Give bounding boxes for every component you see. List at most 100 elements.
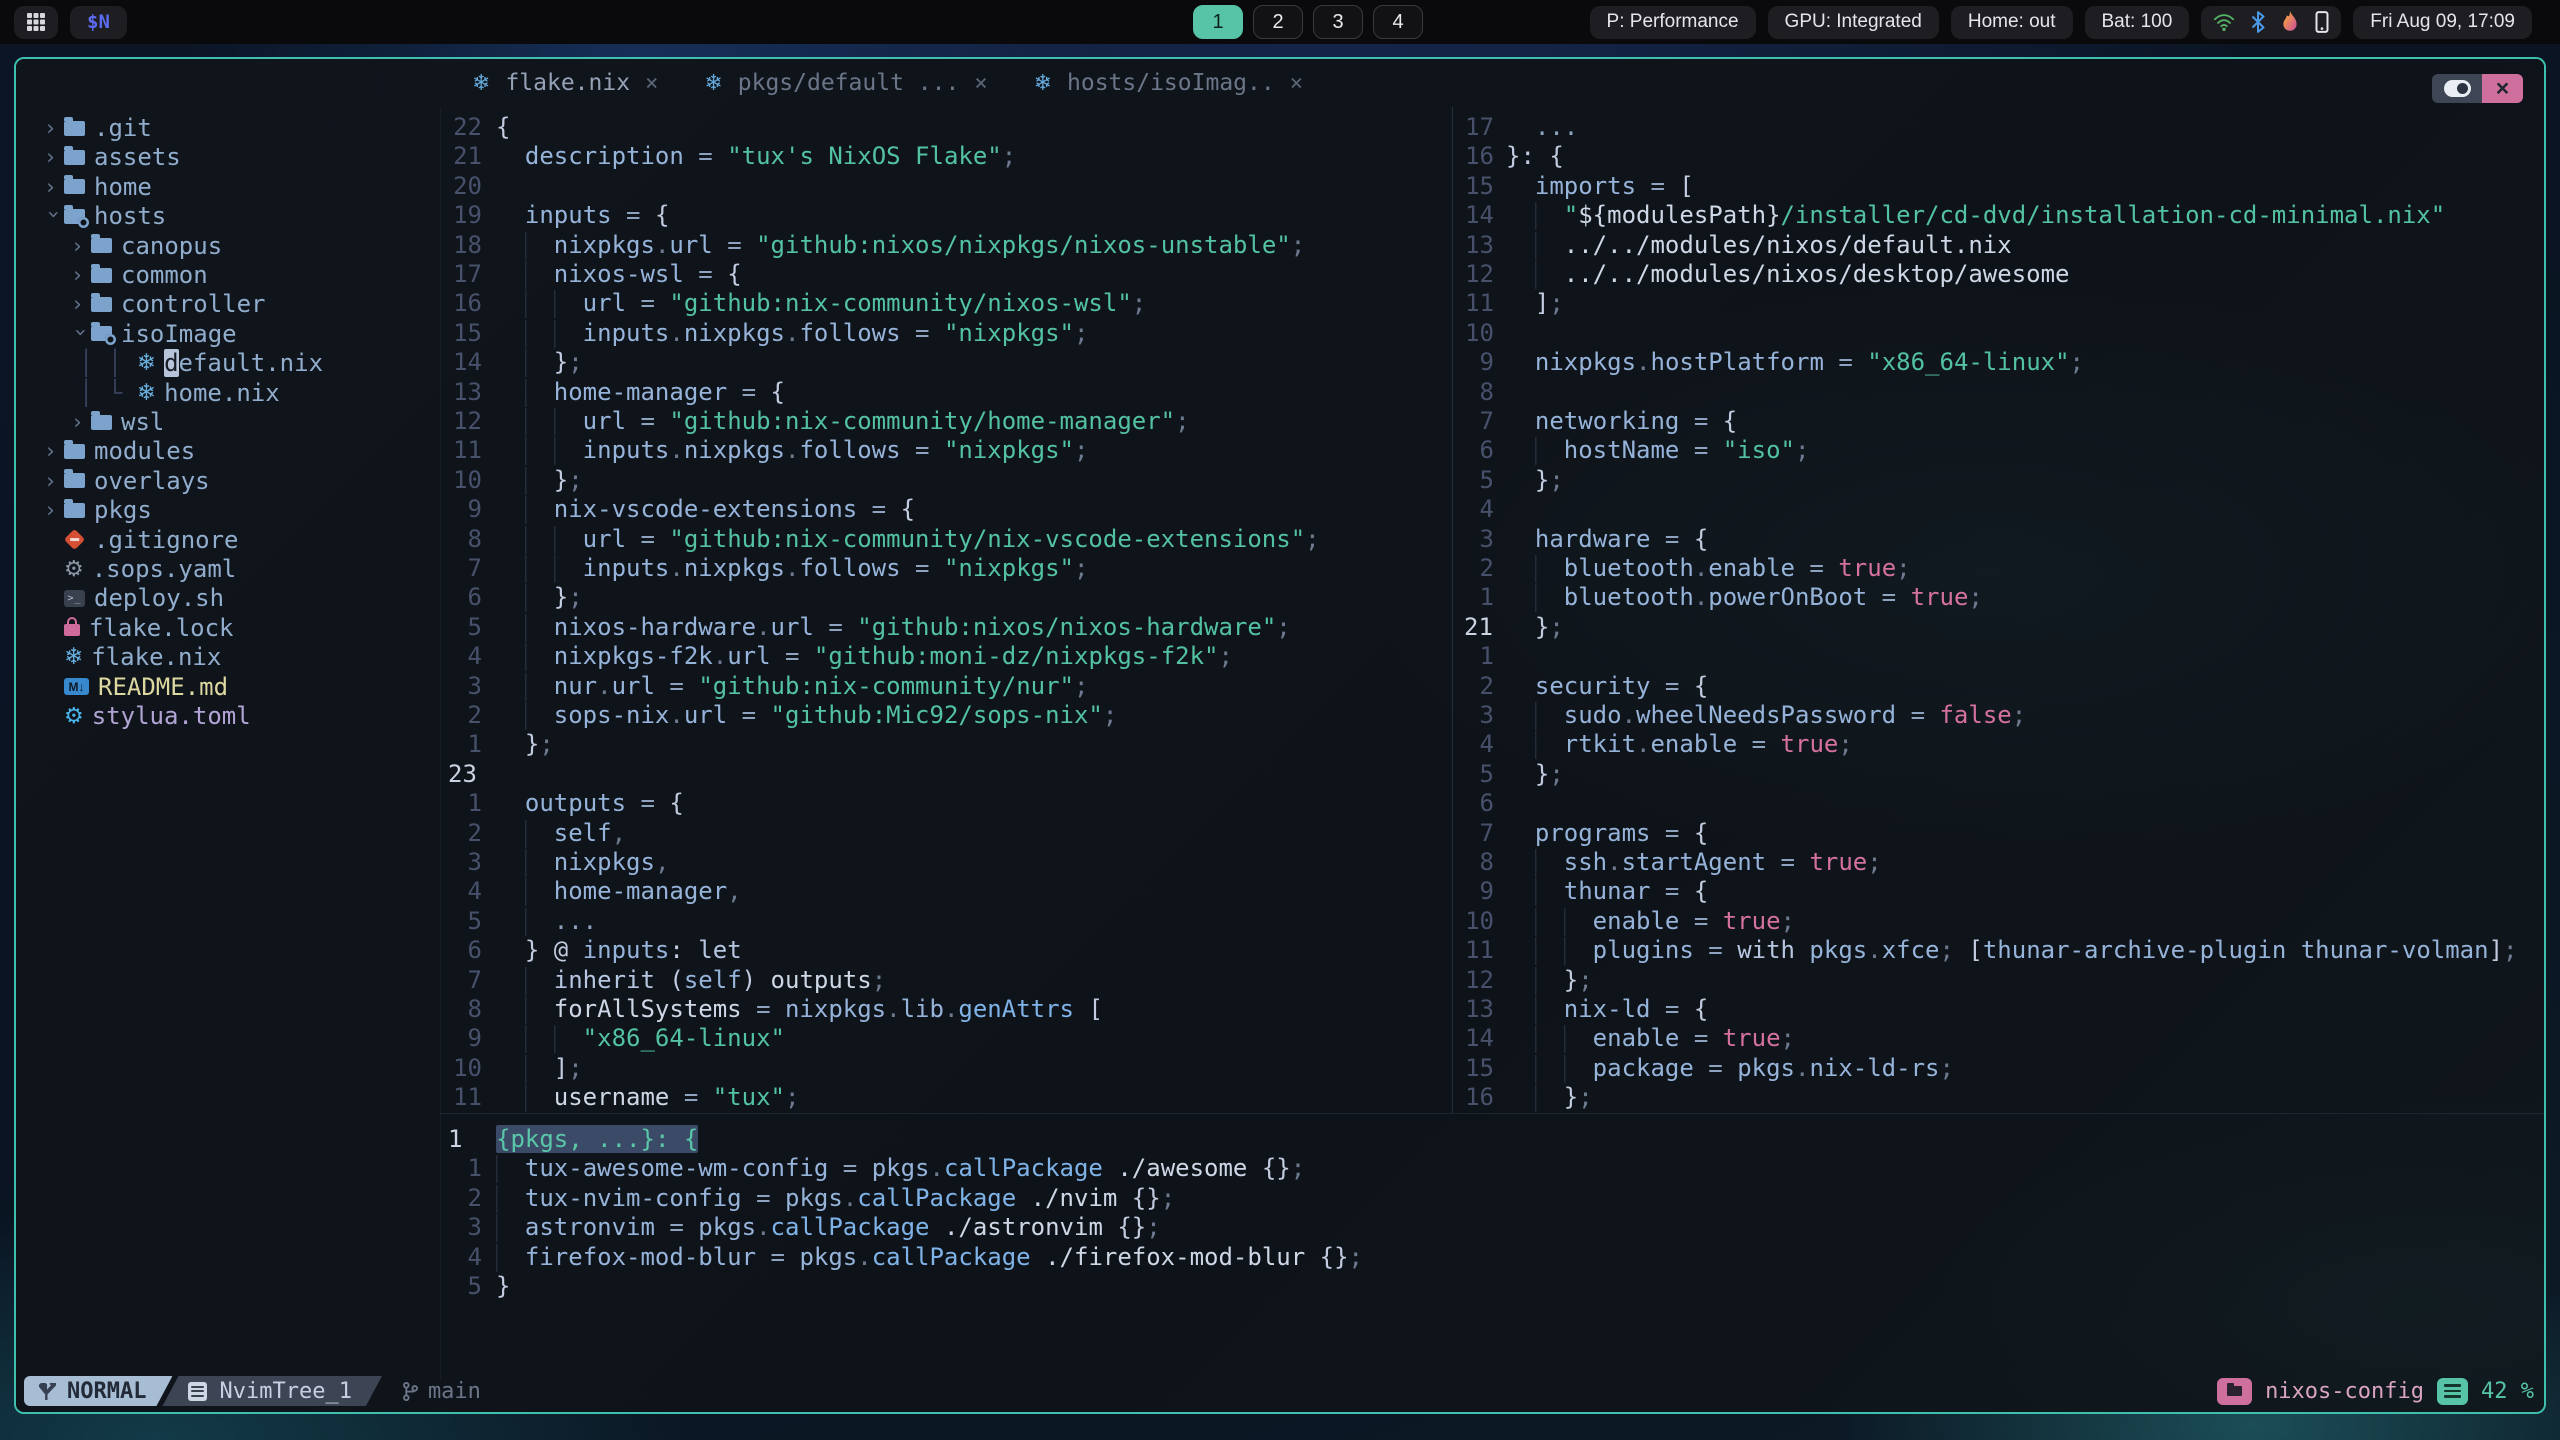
- line-number: 5: [1479, 465, 1494, 494]
- indent-guide: [525, 555, 554, 583]
- workspace-button-2[interactable]: 2: [1253, 5, 1303, 39]
- indent-guide: [1564, 1055, 1593, 1083]
- workspace-button-1[interactable]: 1: [1193, 5, 1243, 39]
- code-token: ;: [1218, 642, 1233, 671]
- code-token: =: [1636, 171, 1680, 200]
- tree-item-common[interactable]: › common: [16, 260, 440, 290]
- code-token: ./awesome: [1102, 1154, 1262, 1183]
- window-close-button[interactable]: ×: [2482, 74, 2523, 103]
- tab-close-icon[interactable]: ×: [1290, 71, 1303, 96]
- tree-item-canopus[interactable]: › canopus: [16, 231, 440, 261]
- indent-guide: [496, 526, 525, 554]
- code-token: thunar-archive-plugin thunar-volman: [1982, 936, 2489, 965]
- keyboard-indicator[interactable]: $N: [70, 5, 127, 39]
- tree-item-README-md[interactable]: M↓ README.md: [16, 672, 440, 702]
- code-token: hardware: [1534, 524, 1651, 553]
- tree-item-assets[interactable]: › assets: [16, 142, 440, 172]
- code-token: ;: [1838, 730, 1853, 759]
- code-token: ;: [1290, 1154, 1306, 1183]
- indent-guide: [1506, 967, 1535, 995]
- indent-guide: [496, 408, 525, 436]
- tree-folder-label: wsl: [121, 408, 165, 436]
- tree-item-controller[interactable]: › controller: [16, 289, 440, 319]
- code-token: description: [524, 142, 684, 171]
- code-token: callPackage: [871, 1242, 1031, 1271]
- code-token: follows: [799, 318, 901, 347]
- tree-item-flake-lock[interactable]: flake.lock: [16, 613, 440, 643]
- code-token: nur: [553, 671, 598, 700]
- code-line: 2 tux-nvim-config = pkgs.callPackage ./nv…: [440, 1183, 2544, 1213]
- code-token: {: [1693, 995, 1709, 1023]
- tree-item-overlays[interactable]: › overlays: [16, 466, 440, 496]
- workspace-button-3[interactable]: 3: [1313, 5, 1363, 39]
- launcher-button[interactable]: [14, 5, 58, 39]
- tree-item--gitignore[interactable]: .gitignore: [16, 525, 440, 555]
- tree-item-hosts[interactable]: › hosts: [16, 201, 440, 231]
- code-token: inputs: [582, 554, 670, 582]
- nix-file-icon: ❄: [136, 379, 157, 406]
- window-controls: ×: [2432, 74, 2523, 103]
- line-number: 7: [1479, 407, 1494, 435]
- line-number: 2: [467, 701, 482, 729]
- transparency-toggle-button[interactable]: [2432, 74, 2482, 103]
- tree-item-deploy-sh[interactable]: >_ deploy.sh: [16, 583, 440, 613]
- tree-item-modules[interactable]: › modules: [16, 436, 440, 466]
- code-token: {: [654, 201, 670, 230]
- code-text: };: [1506, 965, 1593, 995]
- tree-item--git[interactable]: › .git: [16, 113, 440, 143]
- tree-item-home[interactable]: › home: [16, 172, 440, 202]
- tree-item--sops-yaml[interactable]: ⚙ .sops.yaml: [16, 554, 440, 584]
- tree-item-pkgs[interactable]: › pkgs: [16, 495, 440, 525]
- indent-guide: [1564, 1025, 1593, 1053]
- code-token: sops-nix: [553, 701, 670, 729]
- code-line: 14 enable = true;: [1456, 1023, 2544, 1053]
- tree-item-isoImage[interactable]: › isoImage: [16, 319, 440, 349]
- tree-item-flake-nix[interactable]: ❄ flake.nix: [16, 642, 440, 672]
- tree-item-home-nix[interactable]: │ └ ❄ home.nix: [16, 378, 440, 408]
- tree-item-default-nix[interactable]: │ │ ❄ default.nix: [16, 348, 440, 378]
- editor-pane-iso-default-nix[interactable]: 17... 16}: {15 imports = [14 "${modulesPath…: [1456, 107, 2544, 1113]
- code-text: };: [1506, 759, 1564, 789]
- tab-pkgs-default-[interactable]: ❄ pkgs/default ... ×: [704, 70, 987, 96]
- code-token: ;: [871, 965, 887, 994]
- code-token: =: [1867, 583, 1911, 612]
- workspace-button-4[interactable]: 4: [1373, 5, 1423, 39]
- code-token: ...: [1534, 113, 1579, 141]
- code-token: rtkit: [1563, 730, 1637, 759]
- statusline: NORMAL NvimTree_1 main nixos-config 42 %: [24, 1375, 2534, 1407]
- indent-guide: [525, 702, 554, 730]
- chevron-right-icon: ›: [71, 263, 84, 287]
- indent-guide: [1535, 261, 1564, 289]
- code-token: }: [524, 730, 540, 759]
- line-number: 11: [1465, 936, 1494, 965]
- indent-guide: [496, 937, 525, 965]
- editor-pane-flake-nix[interactable]: 22{21 description = "tux's NixOS Flake"; 2…: [440, 107, 1452, 1113]
- editor-pane-pkgs-default-nix[interactable]: 1 {pkgs, ...}: {1 tux-awesome-wm-config = …: [440, 1119, 2544, 1309]
- tree-item-wsl[interactable]: › wsl: [16, 407, 440, 437]
- tab-hosts-isoImag-[interactable]: ❄ hosts/isoImag.. ×: [1034, 70, 1303, 96]
- tree-folder-label: controller: [121, 290, 266, 319]
- code-text: self,: [496, 818, 626, 848]
- line-number: 11: [453, 1083, 482, 1112]
- tray-icons: [2201, 5, 2342, 39]
- line-number: 10: [1465, 318, 1494, 347]
- tab-close-icon[interactable]: ×: [645, 71, 658, 96]
- code-line: 16}: {: [1456, 141, 2544, 171]
- code-token: ;: [1867, 848, 1882, 876]
- tree-folder-label: overlays: [94, 466, 210, 495]
- code-token: }: [1563, 965, 1579, 994]
- indent-guide: [496, 1084, 525, 1112]
- code-token: "x86_64-linux": [1867, 348, 2070, 377]
- code-token: .: [597, 671, 612, 700]
- code-text: inputs = {: [496, 200, 670, 230]
- code-text: }: [496, 1271, 510, 1301]
- line-number: 5: [467, 1272, 482, 1300]
- code-token: =: [1679, 1024, 1723, 1053]
- tab-close-icon[interactable]: ×: [974, 71, 987, 96]
- tree-item-stylua-toml[interactable]: ⚙ stylua.toml: [16, 701, 440, 731]
- code-token: callPackage: [770, 1213, 930, 1242]
- code-line: 5}: [440, 1271, 2544, 1301]
- tab-flake-nix[interactable]: ❄ flake.nix ×: [472, 70, 658, 96]
- code-line: 13 ../../modules/nixos/default.nix: [1456, 230, 2544, 260]
- code-text: programs = {: [1506, 818, 1708, 848]
